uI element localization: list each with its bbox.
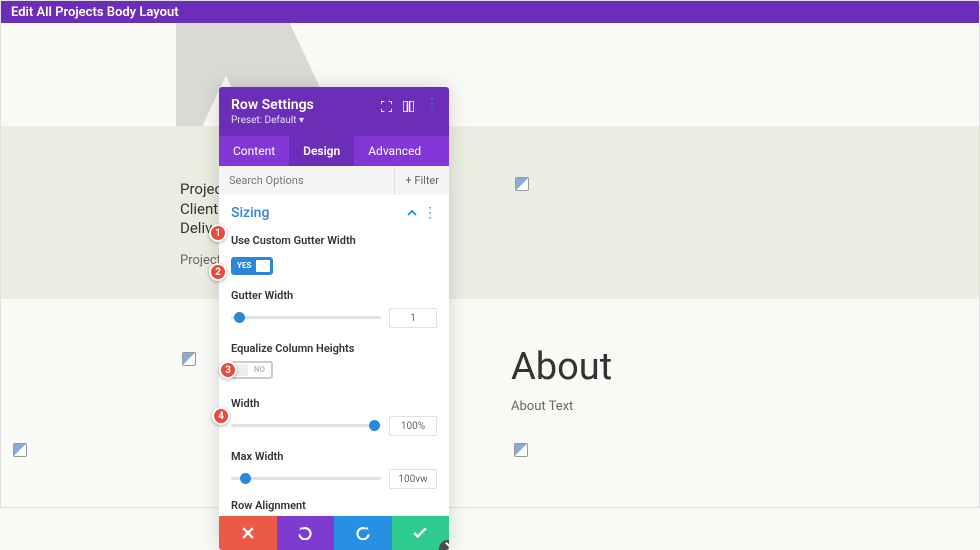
width-value[interactable]: 100%	[389, 416, 437, 436]
toggle-knob	[256, 260, 270, 272]
max-width-slider[interactable]	[231, 477, 381, 480]
annotation-badge-1: 1	[209, 224, 227, 242]
annotation-badge-4: 4	[212, 407, 230, 425]
modal-header[interactable]: Row Settings Preset: Default ▾ ⋮	[219, 87, 449, 136]
modal-bottom-buttons	[219, 516, 449, 550]
expand-icon[interactable]	[381, 97, 393, 109]
broken-image-icon	[182, 352, 196, 366]
width-slider[interactable]	[231, 424, 381, 427]
custom-gutter-label: Use Custom Gutter Width	[231, 234, 437, 247]
row-settings-modal: Row Settings Preset: Default ▾ ⋮ Content…	[219, 87, 449, 550]
row-alignment-label: Row Alignment	[219, 499, 449, 516]
gutter-width-slider[interactable]	[231, 316, 381, 319]
about-subtext: About Text	[511, 399, 612, 414]
width-label: Width	[231, 397, 437, 410]
slider-thumb[interactable]	[369, 420, 380, 431]
redo-button[interactable]	[334, 516, 392, 550]
columns-icon[interactable]	[403, 97, 415, 109]
section-sizing-header[interactable]: Sizing ⋮	[219, 195, 449, 230]
tab-advanced[interactable]: Advanced	[354, 136, 435, 166]
max-width-label: Max Width	[231, 450, 437, 463]
modal-preset[interactable]: Preset: Default ▾	[231, 115, 314, 126]
max-width-value[interactable]: 100vw	[389, 469, 437, 489]
control-equalize: Equalize Column Heights NO	[219, 338, 449, 393]
search-row: + Filter	[219, 166, 449, 195]
slider-thumb[interactable]	[234, 312, 245, 323]
gutter-width-value[interactable]: 1	[389, 308, 437, 328]
control-width: Width 100%	[219, 393, 449, 446]
menu-dots-icon[interactable]: ⋮	[425, 97, 437, 109]
modal-tabs: Content Design Advanced	[219, 136, 449, 166]
search-input[interactable]	[219, 166, 394, 195]
section-title: Sizing	[231, 205, 269, 221]
broken-image-icon	[13, 443, 27, 457]
modal-title: Row Settings	[231, 97, 314, 113]
broken-image-icon	[514, 443, 528, 457]
custom-gutter-toggle[interactable]: YES	[231, 257, 273, 275]
tab-content[interactable]: Content	[219, 136, 289, 166]
tab-design[interactable]: Design	[289, 136, 354, 166]
about-block: About About Text	[511, 345, 612, 414]
control-gutter-width: Gutter Width 1	[219, 285, 449, 338]
equalize-toggle[interactable]: NO	[231, 361, 273, 379]
section-menu-icon[interactable]: ⋮	[423, 206, 437, 220]
control-max-width: Max Width 100vw	[219, 446, 449, 499]
equalize-label: Equalize Column Heights	[231, 342, 437, 355]
about-title: About	[511, 345, 612, 389]
annotation-badge-2: 2	[209, 263, 227, 281]
chevron-up-icon[interactable]	[407, 203, 417, 222]
top-bar-title: Edit All Projects Body Layout	[11, 5, 179, 20]
annotation-badge-3: 3	[219, 361, 237, 379]
bg-band	[1, 126, 979, 299]
slider-thumb[interactable]	[240, 473, 251, 484]
filter-button[interactable]: + Filter	[394, 166, 449, 195]
broken-image-icon	[515, 177, 529, 191]
undo-button[interactable]	[277, 516, 335, 550]
gutter-width-label: Gutter Width	[231, 289, 437, 302]
top-bar: Edit All Projects Body Layout	[1, 1, 979, 23]
cancel-button[interactable]	[219, 516, 277, 550]
control-custom-gutter: Use Custom Gutter Width YES	[219, 230, 449, 285]
